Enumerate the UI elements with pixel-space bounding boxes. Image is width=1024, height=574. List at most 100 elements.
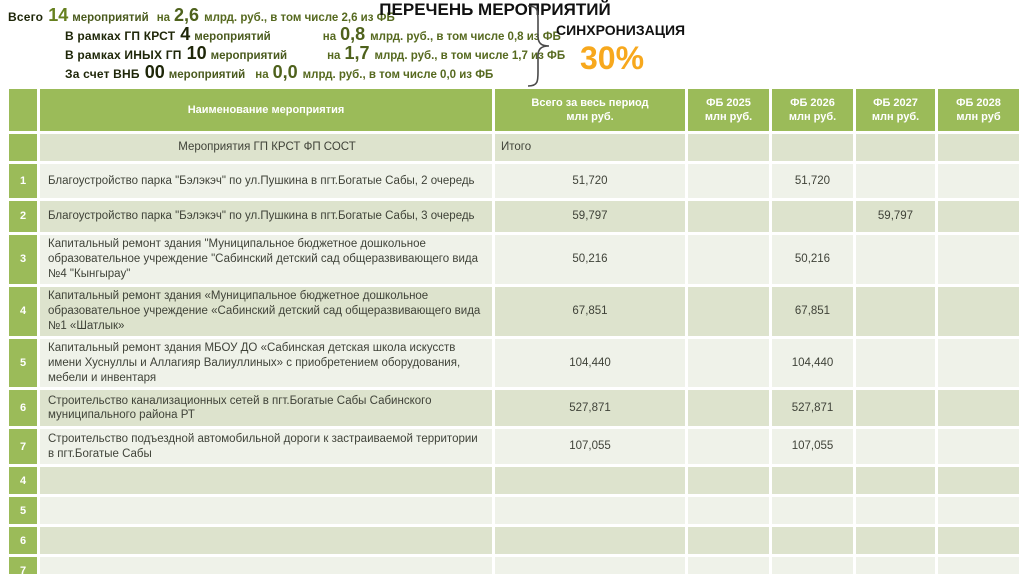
row-name: Благоустройство парка "Бэлэкэч" по ул.Пу…	[40, 164, 492, 198]
row-number: 3	[9, 235, 37, 284]
header-cell-fb2025: ФБ 2025 млн руб.	[688, 89, 769, 131]
row-fb2025	[688, 429, 769, 465]
row-fb2027	[856, 235, 935, 284]
column-label: ФБ 2025	[706, 96, 751, 109]
summary-amount: 0,8	[340, 24, 366, 44]
row-total	[495, 467, 685, 495]
brace-icon	[524, 4, 554, 93]
row-name: Капитальный ремонт здания МБОУ ДО «Сабин…	[40, 338, 492, 388]
table-row: 5 Капитальный ремонт здания МБОУ ДО «Саб…	[9, 338, 1019, 388]
row-fb2025	[688, 201, 769, 232]
row-fb2025	[688, 338, 769, 388]
row-fb2025	[688, 286, 769, 336]
summary-amount: 2,6	[174, 5, 200, 25]
row-total: 67,851	[495, 286, 685, 336]
header-cell-fb2027: ФБ 2027 млн руб.	[856, 89, 935, 131]
header-cell-name: Наименование мероприятия	[40, 89, 492, 131]
row-fb2027	[856, 557, 935, 574]
row-fb2028	[938, 201, 1019, 232]
row-fb2027	[856, 164, 935, 198]
column-label: ФБ 2028	[956, 96, 1001, 109]
row-fb2028	[938, 390, 1019, 427]
row-fb2027	[856, 467, 935, 495]
row-number: 2	[9, 201, 37, 232]
row-fb2027	[856, 527, 935, 555]
column-sublabel: млн руб.	[788, 111, 837, 123]
row-fb2026	[772, 134, 853, 161]
row-total: 59,797	[495, 201, 685, 232]
row-total: 527,871	[495, 390, 685, 427]
row-name: Строительство подъездной автомобильной д…	[40, 429, 492, 465]
row-total	[495, 557, 685, 574]
row-fb2028	[938, 497, 1019, 525]
summary-prefix: на	[255, 69, 269, 81]
row-total-value: 104,440	[569, 356, 611, 369]
summary-label: В рамках ИНЫХ ГП	[65, 48, 182, 62]
row-number: 5	[9, 338, 37, 388]
column-sublabel: млн руб.	[871, 111, 920, 123]
summary-count: 14	[48, 5, 69, 25]
row-total-value: 527,871	[569, 401, 611, 414]
table-row: 4	[9, 467, 1019, 495]
row-total	[495, 497, 685, 525]
summary-tail: млрд. руб., в том числе 0,0 из ФБ	[302, 69, 494, 81]
row-fb2027: 59,797	[856, 201, 935, 232]
row-number: 7	[9, 429, 37, 465]
row-total-value: 59,797	[572, 210, 608, 223]
row-total-value: 67,851	[572, 304, 608, 317]
row-fb2026: 67,851	[772, 286, 853, 336]
table-row: 7 Строительство подъездной автомобильной…	[9, 429, 1019, 465]
row-fb2028	[938, 429, 1019, 465]
row-number: 7	[9, 557, 37, 574]
row-number: 6	[9, 390, 37, 427]
table-row: 4 Капитальный ремонт здания «Муниципальн…	[9, 286, 1019, 336]
row-fb2026	[772, 497, 853, 525]
summary-unit: мероприятий	[194, 31, 271, 43]
row-total: Итого	[495, 134, 685, 161]
summary-unit: мероприятий	[72, 12, 149, 24]
row-fb2026: 107,055	[772, 429, 853, 465]
row-number: 4	[9, 286, 37, 336]
summary-count: 10	[186, 43, 207, 63]
row-total-value: 51,720	[572, 174, 608, 187]
row-fb2026	[772, 557, 853, 574]
row-name	[40, 497, 492, 525]
header-cell-number	[9, 89, 37, 131]
row-name	[40, 467, 492, 495]
sync-label: СИНХРОНИЗАЦИЯ	[556, 22, 686, 38]
summary-label: За счет ВНБ	[65, 67, 140, 81]
row-fb2025	[688, 164, 769, 198]
row-number: 5	[9, 497, 37, 525]
row-fb2026	[772, 201, 853, 232]
row-total-value: 107,055	[569, 440, 611, 453]
row-fb2028	[938, 286, 1019, 336]
summary-amount: 1,7	[344, 43, 370, 63]
table-body: Мероприятия ГП КРСТ ФП СОСТ Итого 1 Благ…	[9, 134, 1019, 574]
summary-line-gp-krst: В рамках ГП КРСТ 4 мероприятий на 0,8 мл…	[65, 25, 565, 43]
column-sublabel: млн руб.	[566, 111, 614, 123]
column-sublabel: млн руб	[956, 111, 1001, 123]
table-header-row: Наименование мероприятия Всего за весь п…	[9, 89, 1019, 131]
summary-prefix: на	[327, 50, 341, 62]
table-row: 6 Строительство канализационных сетей в …	[9, 390, 1019, 427]
table-row: 6	[9, 527, 1019, 555]
row-total: 50,216	[495, 235, 685, 284]
summary-line-vnb: За счет ВНБ 00 мероприятий на 0,0 млрд. …	[65, 63, 565, 81]
row-number	[9, 134, 37, 161]
slide: Всего 14 мероприятий на 2,6 млрд. руб., …	[0, 0, 1024, 574]
activities-table: Наименование мероприятия Всего за весь п…	[6, 86, 1022, 574]
summary-label: В рамках ГП КРСТ	[65, 29, 176, 43]
sync-value: 30%	[579, 40, 645, 76]
row-fb2025	[688, 467, 769, 495]
row-total-value: Итого	[501, 141, 532, 154]
row-fb2028	[938, 164, 1019, 198]
row-fb2026: 50,216	[772, 235, 853, 284]
row-fb2027	[856, 338, 935, 388]
row-fb2025	[688, 134, 769, 161]
header-cell-total: Всего за весь период млн руб.	[495, 89, 685, 131]
summary-amount: 0,0	[272, 62, 298, 82]
row-fb2027	[856, 497, 935, 525]
row-fb2026: 104,440	[772, 338, 853, 388]
column-label: ФБ 2026	[790, 96, 835, 109]
row-fb2025	[688, 527, 769, 555]
